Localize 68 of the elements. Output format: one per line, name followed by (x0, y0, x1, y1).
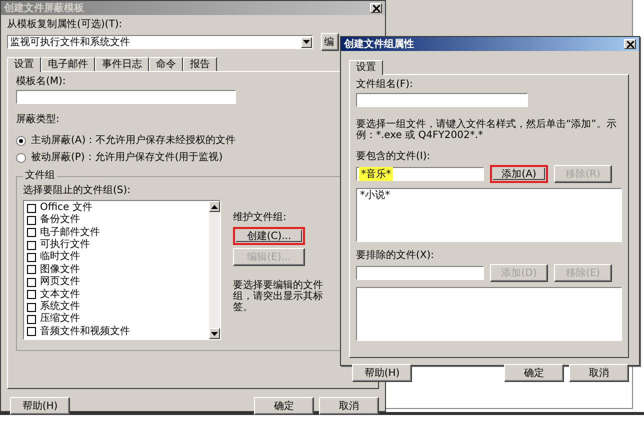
exclude-label: 要排除的文件(X): (356, 250, 434, 262)
template-name-label: 模板名(M): (16, 76, 66, 88)
checkbox[interactable] (27, 216, 36, 226)
tab[interactable]: 事件日志 (95, 57, 149, 71)
footer-button[interactable]: 确定 (254, 397, 314, 415)
tab[interactable]: 命令 (149, 57, 183, 71)
screen-type-label: 屏蔽类型: (16, 114, 60, 126)
file-group-label: 可执行文件 (40, 239, 90, 250)
include-list[interactable]: *小说* (356, 188, 622, 242)
footer-button[interactable]: 取消 (569, 364, 629, 382)
checkbox[interactable] (27, 265, 36, 274)
radio-button[interactable] (16, 136, 26, 146)
instructions-text: 要选择一组文件，请键入文件名样式，然后单击“添加”。示例：*.exe 或 Q4FY2002*.* (356, 119, 618, 141)
tab[interactable]: 设置 (7, 57, 41, 72)
copy-label: 从模板复制属性(可选)(T): (7, 19, 122, 31)
footer-button[interactable]: 确定 (504, 364, 564, 382)
file-group-label: 文本文件 (40, 288, 80, 300)
radio-label: 被动屏蔽(P)：允许用户保存文件(用于监视) (31, 152, 223, 164)
footer-button[interactable]: 帮助(H) (352, 364, 412, 382)
file-group-label: 网页文件 (40, 276, 80, 288)
radio-button[interactable] (16, 153, 26, 163)
checkbox[interactable] (27, 253, 36, 262)
checkbox[interactable] (27, 314, 36, 324)
tab[interactable]: 报告 (183, 57, 217, 71)
tab[interactable]: 设置 (349, 60, 383, 75)
file-group-label: 压缩文件 (40, 313, 80, 326)
template-name-field[interactable] (16, 90, 236, 104)
checkbox[interactable] (27, 278, 36, 287)
maintain-label: 维护文件组: (233, 212, 286, 224)
window-title: 创建文件组属性 (344, 38, 414, 51)
file-group-label: 系统文件 (40, 300, 80, 312)
scrollbar[interactable] (209, 201, 220, 339)
checkbox[interactable] (27, 327, 36, 336)
edit-button[interactable]: 编 (321, 33, 339, 51)
file-group-label: 电子邮件文件 (40, 226, 100, 238)
tab[interactable]: 电子邮件 (41, 57, 95, 71)
checkbox[interactable] (27, 302, 36, 312)
group-name-label: 文件组名(F): (356, 79, 413, 91)
include-field[interactable]: *音乐* (356, 167, 484, 181)
checkbox[interactable] (27, 204, 36, 213)
exclude-field[interactable] (356, 266, 484, 280)
group-name-field[interactable] (356, 93, 528, 107)
footer-button[interactable]: 帮助(H) (10, 397, 70, 415)
scroll-down-icon[interactable] (209, 328, 220, 339)
include-label: 要包含的文件(I): (356, 151, 430, 163)
scroll-up-icon[interactable] (209, 201, 220, 212)
exclude-list[interactable] (356, 287, 622, 341)
close-icon[interactable] (370, 3, 382, 13)
file-group-list[interactable]: Office 文件 备份文件 电子邮件文件 可执行文件 临时文件 图像文件 网页文件 文本文件 系统文件 压缩文件 音频文件和视频文件 (23, 200, 221, 340)
template-dropdown[interactable]: 监视可执行文件和系统文件 (7, 35, 313, 49)
file-group-list-label: 选择要阻止的文件组(S): (23, 185, 131, 197)
footer-button[interactable]: 取消 (319, 397, 379, 415)
checkbox[interactable] (27, 240, 36, 250)
group-box-title: 文件组 (23, 170, 57, 182)
file-group-label: 图像文件 (40, 264, 80, 276)
file-group-label: 备份文件 (40, 214, 80, 226)
checkbox[interactable] (27, 290, 36, 300)
maintain-button[interactable]: 创建(C)... (233, 227, 305, 245)
file-group-label: 音频文件和视频文件 (40, 326, 130, 338)
hint-text: 要选择要编辑的文件组，请突出显示其标签。 (233, 280, 324, 313)
close-icon[interactable] (624, 39, 636, 49)
file-group-label: 临时文件 (40, 251, 80, 264)
include-list-item[interactable]: *小说* (360, 190, 390, 202)
window-title: 创建文件屏蔽模板 (4, 2, 84, 15)
radio-label: 主动屏蔽(A)：不允许用户保存未经授权的文件 (31, 135, 236, 147)
checkbox[interactable] (27, 228, 36, 238)
include-button[interactable]: 添加(A) (490, 165, 548, 183)
file-group-label: Office 文件 (40, 202, 92, 214)
